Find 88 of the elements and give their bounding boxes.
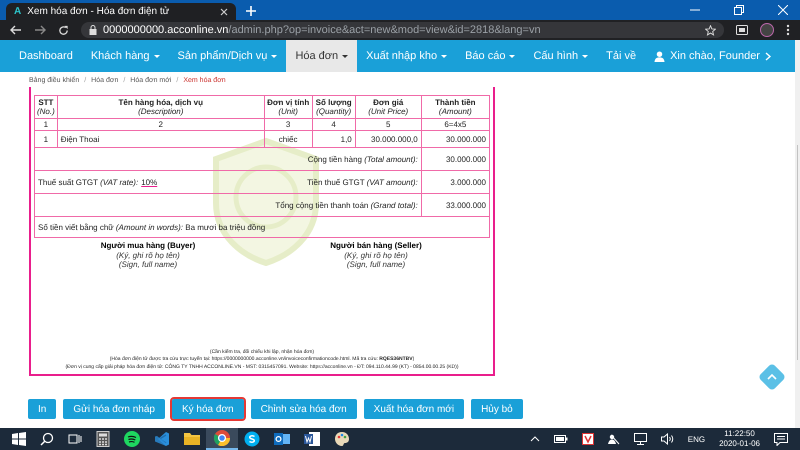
chevron-right-icon <box>764 52 771 60</box>
back-icon[interactable] <box>10 25 22 35</box>
action-button[interactable]: Ký hóa đơn <box>172 399 244 419</box>
windows-start-icon[interactable] <box>12 432 26 446</box>
column-header: Đơn vị tính (Unit) <box>264 96 312 119</box>
table-cell: 3 <box>264 118 312 131</box>
vat-amount-value: 3.000.000 <box>421 170 490 194</box>
calculator-icon[interactable] <box>96 431 110 447</box>
table-cell: 30.000.000 <box>421 130 490 148</box>
table-cell: 6=4x5 <box>421 118 490 131</box>
document-app-icon[interactable] <box>304 431 320 447</box>
taskbar-clock[interactable]: 11:22:50 2020-01-06 <box>719 429 760 449</box>
user-icon <box>654 50 666 62</box>
address-field[interactable]: 0000000000.acconline.vn/admin.php?op=invoice&act=new&mod=view&id=2818&lang=vn <box>81 22 724 38</box>
people-icon[interactable] <box>608 433 620 445</box>
column-header: Đơn giá (Unit Price) <box>355 96 422 119</box>
grand-total-value: 33.000.000 <box>421 194 490 217</box>
table-cell: 30.000.000,0 <box>355 130 422 148</box>
site-favicon: A <box>14 6 22 17</box>
signature-note: (Sign, full name) <box>346 260 406 269</box>
browser-tab[interactable]: A Xem hóa đơn - Hóa đơn điện tử <box>6 3 236 20</box>
vat-amount-label: Tiền thuế GTGT (VAT amount): <box>307 178 418 187</box>
nav-menu-item[interactable]: Tải về <box>597 40 646 72</box>
vat-rate-label: Thuế suất GTGT (VAT rate): <box>38 178 138 187</box>
restore-icon[interactable] <box>734 5 744 15</box>
column-header: Tên hàng hóa, dịch vụ (Description) <box>57 96 264 119</box>
search-icon[interactable] <box>40 432 54 446</box>
column-header: Số lượng (Quantity) <box>312 96 356 119</box>
task-view-icon[interactable] <box>68 432 82 446</box>
nav-menu-item[interactable]: Báo cáo <box>456 40 524 72</box>
network-icon[interactable] <box>634 433 647 445</box>
forward-icon[interactable] <box>34 25 46 35</box>
column-header: Thành tiền (Amount) <box>421 96 490 119</box>
nav-menu-item[interactable]: Xuất nhập kho <box>357 40 456 72</box>
close-icon[interactable] <box>220 8 228 16</box>
table-cell: Điện Thoai <box>57 130 264 148</box>
tab-title: Xem hóa đơn - Hóa đơn điện tử <box>27 6 170 17</box>
input-language[interactable]: ENG <box>688 434 706 444</box>
table-cell: 4 <box>312 118 356 131</box>
nav-menu-item[interactable]: Sản phẩm/Dịch vụ <box>168 40 286 72</box>
nav-menu-item[interactable]: Cấu hình <box>524 40 598 72</box>
menu-icon[interactable] <box>786 24 790 36</box>
action-button[interactable]: Hủy bỏ <box>471 399 523 419</box>
signature-title: Người bán hàng (Seller) <box>330 241 422 251</box>
action-button[interactable]: Xuất hóa đơn mới <box>364 399 464 419</box>
nav-menu-item[interactable]: Dashboard <box>10 40 82 72</box>
nav-menu-item[interactable]: Khách hàng <box>82 40 169 72</box>
table-cell: 5 <box>355 118 422 131</box>
battery-icon[interactable] <box>554 434 568 444</box>
table-cell: 1 <box>34 130 58 148</box>
star-icon[interactable] <box>705 24 716 36</box>
table-cell: chiếc <box>264 130 312 148</box>
reload-icon[interactable] <box>58 24 69 36</box>
extension-icon[interactable] <box>736 25 748 35</box>
total-label: Cộng tiền hàng (Total amount): <box>308 154 418 164</box>
signature-note: (Sign, full name) <box>118 260 178 269</box>
paint-palette-icon[interactable] <box>334 431 350 447</box>
action-button[interactable]: Chỉnh sửa hóa đơn <box>250 399 357 419</box>
profile-avatar-icon[interactable] <box>760 23 774 37</box>
chevron-up-icon[interactable] <box>530 436 540 442</box>
amount-in-words-value: Ba mươi ba triệu đồng <box>185 222 266 232</box>
speaker-icon[interactable] <box>660 433 674 445</box>
action-button[interactable]: In <box>28 399 56 419</box>
code-editor-icon[interactable] <box>154 431 170 447</box>
signature-note: (Ký, ghi rõ họ tên) <box>116 250 180 260</box>
lock-icon <box>89 25 97 35</box>
grand-total-label: Tổng cộng tiền thanh toán (Grand total): <box>275 200 418 210</box>
antivirus-icon[interactable] <box>582 433 594 445</box>
browser-app-icon[interactable] <box>214 430 230 446</box>
folder-icon[interactable] <box>184 432 200 446</box>
nav-menu-item[interactable]: Hóa đơn <box>286 40 358 72</box>
vat-rate-value: 10% <box>141 178 158 187</box>
user-menu[interactable]: Xin chào, Founder <box>645 40 785 72</box>
action-button[interactable]: Gửi hóa đơn nháp <box>63 399 165 419</box>
mail-app-icon[interactable] <box>274 431 290 447</box>
table-cell: 1,0 <box>312 130 356 148</box>
signature-title: Người mua hàng (Buyer) <box>100 241 196 251</box>
column-header: STT (No.) <box>34 96 58 119</box>
amount-in-words-label: Số tiền viết bằng chữ (Amount in words): <box>38 222 183 232</box>
signature-note: (Ký, ghi rõ họ tên) <box>344 250 408 260</box>
notification-icon[interactable] <box>774 432 788 446</box>
table-cell: 2 <box>57 118 264 131</box>
chat-app-icon[interactable] <box>244 431 260 447</box>
total-value: 30.000.000 <box>421 148 490 171</box>
scrollbar[interactable] <box>794 40 800 428</box>
music-app-icon[interactable] <box>124 431 140 447</box>
new-tab-icon[interactable] <box>246 6 256 16</box>
table-cell: 1 <box>34 118 58 131</box>
